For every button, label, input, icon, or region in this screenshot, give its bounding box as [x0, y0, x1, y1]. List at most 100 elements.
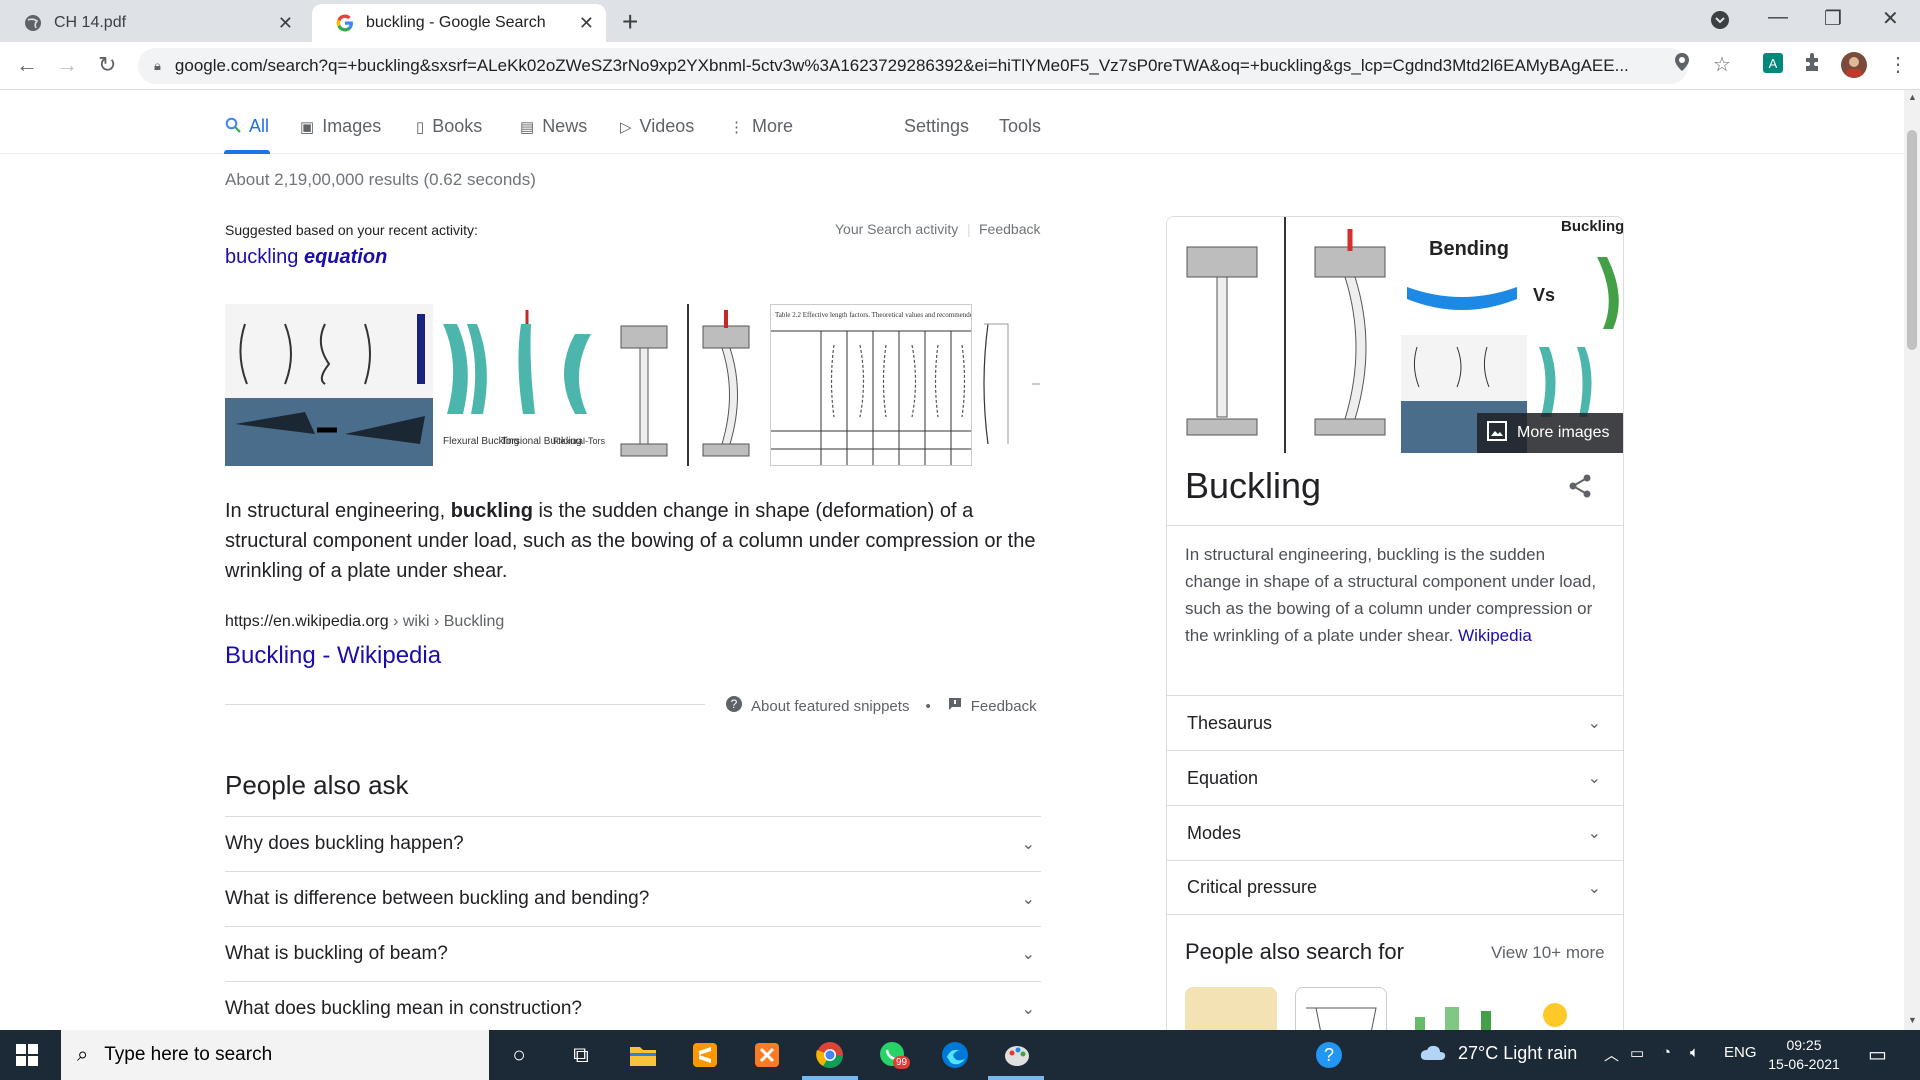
lock-icon[interactable]: 🔒︎ — [154, 58, 161, 74]
kp-row-thesaurus[interactable]: Thesaurus ⌄ — [1167, 695, 1623, 750]
image-text-vs: Vs — [1533, 285, 1555, 305]
svg-text:?: ? — [731, 697, 738, 711]
active-app-indicator — [988, 1076, 1044, 1080]
more-images-button[interactable]: More images — [1477, 413, 1623, 453]
tab-ch14-pdf[interactable]: CH 14.pdf ✕ — [0, 4, 305, 42]
new-tab-icon[interactable]: + — [622, 6, 638, 38]
paa-question[interactable]: What is buckling of beam? ⌄ — [225, 926, 1041, 981]
location-icon[interactable] — [1674, 52, 1690, 78]
result-title-link[interactable]: Buckling - Wikipedia — [225, 642, 441, 670]
weather-text[interactable]: 27°C Light rain — [1458, 1043, 1577, 1064]
bookmark-star-icon[interactable]: ☆ — [1713, 52, 1731, 77]
news-icon: ▤ — [520, 118, 535, 136]
image-thumbnail[interactable] — [974, 304, 1040, 466]
taskbar-search-box[interactable]: ⌕ Type here to search — [61, 1030, 489, 1080]
profile-avatar[interactable] — [1840, 51, 1868, 85]
tab-more[interactable]: ⋮ More — [729, 116, 793, 137]
maximize-icon[interactable]: ❐ — [1824, 6, 1842, 31]
related-thumbnail[interactable] — [1405, 987, 1497, 1030]
chevron-up-icon[interactable]: ︿ — [1604, 1044, 1619, 1065]
settings-link[interactable]: Settings — [904, 116, 969, 137]
scrollbar-thumb[interactable] — [1907, 130, 1917, 350]
kp-row-modes[interactable]: Modes ⌄ — [1167, 805, 1623, 860]
wifi-icon[interactable]: ◔ — [1662, 1044, 1671, 1061]
snippet-feedback-link[interactable]: Feedback — [971, 698, 1037, 715]
image-text-buckling: Buckling — [1561, 218, 1624, 235]
cortana-icon[interactable]: ○ — [504, 1040, 534, 1070]
image-label: Flexural-Torsional Buckling — [553, 436, 605, 446]
related-thumbnail[interactable] — [1295, 987, 1387, 1030]
tab-books[interactable]: ▯ Books — [416, 116, 482, 137]
tools-link[interactable]: Tools — [999, 116, 1041, 137]
tab-search-icon[interactable] — [1710, 10, 1730, 36]
search-tabs-bar: All ▣ Images ▯ Books ▤ News ▷ Videos ⋮ M… — [0, 90, 1904, 154]
file-explorer-icon[interactable] — [628, 1040, 658, 1070]
page-scrollbar[interactable]: ▲ ▼ — [1904, 90, 1920, 1030]
clock[interactable]: 09:25 15-06-2021 — [1764, 1036, 1844, 1074]
extensions-puzzle-icon[interactable] — [1802, 52, 1824, 80]
paa-question[interactable]: What is difference between buckling and … — [225, 871, 1041, 926]
weather-cloud-icon[interactable] — [1420, 1044, 1446, 1066]
battery-icon[interactable]: ▭ — [1630, 1044, 1644, 1062]
minimize-icon[interactable]: — — [1768, 6, 1788, 29]
kp-row-critical-pressure[interactable]: Critical pressure ⌄ — [1167, 860, 1623, 915]
back-icon[interactable]: ← — [16, 52, 38, 78]
chrome-icon[interactable] — [815, 1040, 845, 1070]
image-thumbnail[interactable] — [606, 304, 769, 466]
suggestion-feedback-link[interactable]: Feedback — [979, 221, 1040, 237]
view-more-link[interactable]: View 10+ more — [1491, 943, 1605, 963]
image-text-bending: Bending — [1429, 238, 1509, 260]
windows-taskbar: ⌕ Type here to search ○ ⧉ 99 ? 27°C Ligh… — [0, 1030, 1920, 1080]
tab-all[interactable]: All — [225, 116, 269, 137]
paa-question[interactable]: What does buckling mean in construction?… — [225, 981, 1041, 1030]
suggestion-label: Suggested based on your recent activity: — [225, 222, 478, 238]
tab-news[interactable]: ▤ News — [520, 116, 587, 137]
chevron-down-icon: ⌄ — [1021, 946, 1035, 963]
language-indicator[interactable]: ENG — [1724, 1044, 1757, 1061]
tab-google-search[interactable]: buckling - Google Search ✕ — [312, 4, 606, 42]
search-activity-link[interactable]: Your Search activity — [835, 221, 958, 237]
image-thumbnail[interactable]: Flexural Buckling Torsional Buckling Fle… — [434, 304, 605, 466]
suggested-query-link[interactable]: buckling equation — [225, 246, 387, 269]
volume-icon[interactable]: 🔈︎ — [1690, 1044, 1699, 1061]
image-thumbnail[interactable]: Table 2.2 Effective length factors. Theo… — [770, 304, 973, 466]
paa-question[interactable]: Why does buckling happen? ⌄ — [225, 816, 1041, 871]
scroll-down-icon[interactable]: ▼ — [1908, 1015, 1917, 1025]
scroll-up-icon[interactable]: ▲ — [1908, 92, 1917, 102]
video-icon: ▷ — [620, 118, 632, 136]
related-thumbnail[interactable] — [1515, 987, 1607, 1030]
chrome-menu-icon[interactable]: ⋮ — [1888, 52, 1908, 77]
xampp-icon[interactable] — [752, 1040, 782, 1070]
chevron-down-icon: ⌄ — [1021, 1001, 1035, 1018]
edge-icon[interactable] — [940, 1040, 970, 1070]
divider — [225, 704, 705, 705]
book-icon: ▯ — [416, 118, 425, 136]
extension-icon[interactable]: A — [1762, 52, 1784, 80]
help-icon[interactable]: ? — [1314, 1040, 1344, 1070]
knowledge-panel-title: Buckling — [1185, 465, 1322, 506]
chevron-down-icon: ⌄ — [1587, 770, 1601, 787]
sublime-text-icon[interactable] — [690, 1040, 720, 1070]
share-icon[interactable] — [1567, 473, 1593, 504]
tab-videos[interactable]: ▷ Videos — [620, 116, 694, 137]
reload-icon[interactable]: ↻ — [98, 52, 116, 78]
close-icon[interactable]: ✕ — [579, 13, 594, 34]
notifications-icon[interactable]: ▭ — [1868, 1042, 1887, 1067]
url-bar[interactable]: 🔒︎ google.com/search?q=+buckling&sxsrf=A… — [138, 48, 1688, 84]
kp-row-equation[interactable]: Equation ⌄ — [1167, 750, 1623, 805]
wikipedia-link[interactable]: Wikipedia — [1458, 626, 1532, 645]
window-close-icon[interactable]: ✕ — [1882, 6, 1899, 31]
about-snippets-link[interactable]: About featured snippets — [751, 698, 909, 715]
related-thumbnail[interactable] — [1185, 987, 1277, 1030]
notification-badge: 99 — [893, 1056, 911, 1069]
tab-images[interactable]: ▣ Images — [300, 116, 381, 137]
chevron-down-icon: ⌄ — [1587, 879, 1601, 897]
image-thumbnail[interactable] — [225, 304, 433, 466]
windows-start-icon[interactable] — [16, 1044, 38, 1071]
knowledge-panel-images[interactable]: Bending Vs Buckling More images — [1167, 217, 1624, 453]
featured-snippet-text: In structural engineering, buckling is t… — [225, 500, 1036, 582]
paint-icon[interactable] — [1002, 1040, 1032, 1070]
forward-icon[interactable]: → — [56, 52, 78, 78]
close-icon[interactable]: ✕ — [278, 13, 293, 34]
task-view-icon[interactable]: ⧉ — [566, 1040, 596, 1070]
